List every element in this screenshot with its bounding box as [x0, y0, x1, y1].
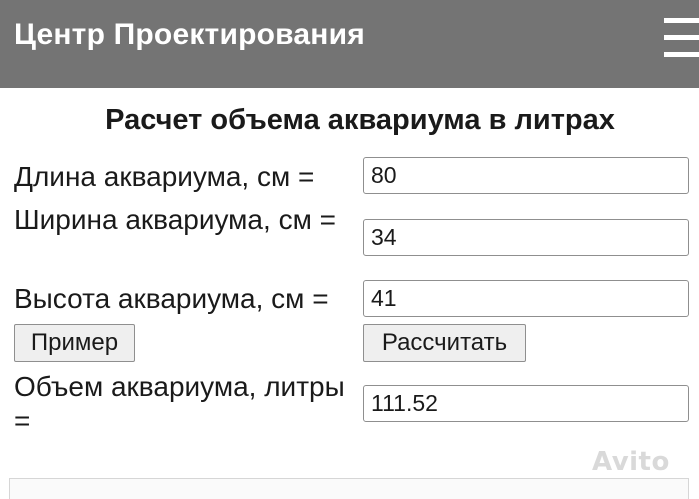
- example-button[interactable]: Пример: [14, 324, 135, 362]
- width-input[interactable]: [363, 219, 689, 256]
- calculator-title: Расчет объема аквариума в литрах: [105, 104, 615, 136]
- hamburger-menu-icon[interactable]: [664, 18, 699, 58]
- width-label: Ширина аквариума, см =: [14, 204, 336, 235]
- app-header: Центр Проектирования: [0, 0, 699, 88]
- avito-watermark: Avito: [592, 447, 670, 477]
- length-label: Длина аквариума, см =: [14, 161, 315, 192]
- height-input[interactable]: [363, 280, 689, 317]
- length-input[interactable]: [363, 157, 689, 194]
- volume-output[interactable]: [363, 385, 689, 422]
- calculate-button[interactable]: Рассчитать: [363, 324, 526, 362]
- menu-bar-middle: [664, 35, 699, 40]
- menu-bar-top: [664, 18, 699, 23]
- site-title[interactable]: Центр Проектирования: [14, 18, 365, 52]
- volume-label: Объем аквариума, литры =: [14, 371, 345, 436]
- menu-bar-bottom: [664, 52, 699, 57]
- height-label: Высота аквариума, см =: [14, 283, 329, 314]
